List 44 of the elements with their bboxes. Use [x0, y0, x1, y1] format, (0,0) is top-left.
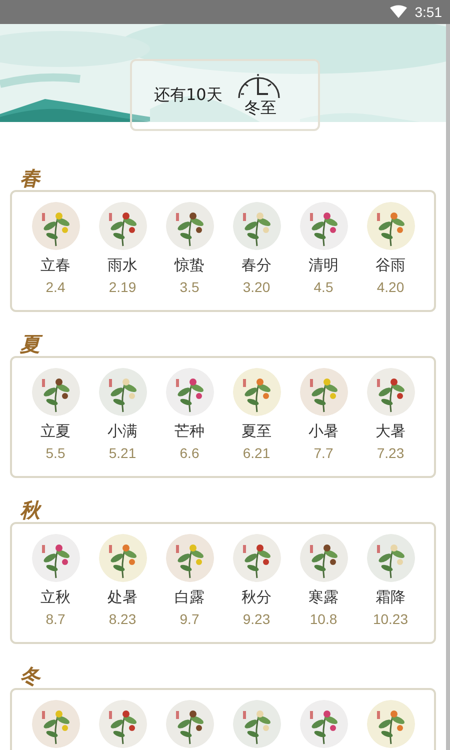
term-name: 白露: [174, 588, 204, 607]
term-date: 9.7: [180, 610, 200, 628]
countdown-text: 还有10天: [154, 84, 222, 106]
solar-term-name: 冬至: [244, 100, 276, 116]
scrollbar[interactable]: [446, 24, 450, 750]
term-date: 6.21: [242, 444, 270, 462]
term-date: 2.19: [108, 278, 136, 296]
term-name: 惊蛰: [174, 256, 204, 275]
term-name: 立春: [40, 256, 70, 275]
season-label: 冬: [20, 666, 40, 686]
term-name: 清明: [308, 256, 338, 275]
season-label: 秋: [20, 500, 40, 520]
term-date: 5.21: [108, 444, 136, 462]
term-name: 春分: [242, 256, 272, 275]
term-date: 3.5: [180, 278, 200, 296]
term-date: 5.5: [46, 444, 66, 462]
term-name: 寒露: [308, 588, 338, 607]
term-date: 7.23: [376, 444, 404, 462]
term-date: 4.20: [376, 278, 404, 296]
term-date: 2.4: [46, 278, 66, 296]
status-time: 3:51: [414, 2, 442, 22]
term-date: 10.8: [310, 610, 338, 628]
term-name: 霜降: [376, 588, 406, 607]
term-name: 处暑: [108, 588, 138, 607]
wifi-icon: [390, 5, 407, 19]
term-name: 小满: [108, 422, 138, 441]
term-name: 芒种: [174, 422, 204, 441]
term-name: 谷雨: [376, 256, 406, 275]
term-date: 6.6: [180, 444, 200, 462]
term-date: 10.23: [372, 610, 408, 628]
term-date: 4.5: [314, 278, 334, 296]
term-name: 小暑: [308, 422, 338, 441]
term-date: 9.23: [242, 610, 270, 628]
term-date: 8.23: [108, 610, 136, 628]
term-name: 秋分: [242, 588, 272, 607]
term-name: 雨水: [108, 256, 138, 275]
term-name: 夏至: [242, 422, 272, 441]
season-label: 春: [20, 168, 40, 188]
term-date: 8.7: [46, 610, 66, 628]
term-name: 立夏: [40, 422, 70, 441]
term-date: 7.7: [314, 444, 334, 462]
term-date: 3.20: [242, 278, 270, 296]
term-name: 立秋: [40, 588, 70, 607]
term-name: 大暑: [376, 422, 406, 441]
